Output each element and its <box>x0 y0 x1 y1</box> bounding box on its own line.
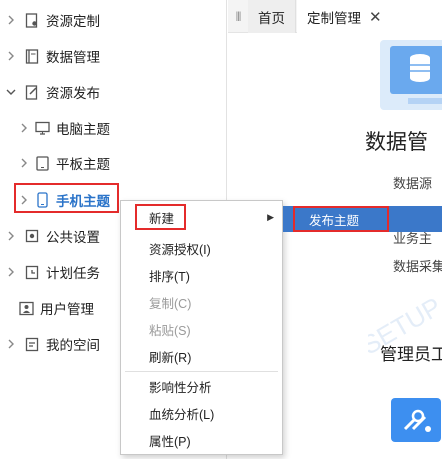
chevron-down-icon[interactable] <box>4 85 18 99</box>
menu-item-refresh[interactable]: 刷新(R) <box>121 343 282 369</box>
new-highlight-box <box>135 204 186 230</box>
publish-theme-highlight-box <box>293 206 389 232</box>
chevron-right-icon[interactable] <box>4 13 18 27</box>
section-title-admin: 管理员工 <box>380 345 442 364</box>
my-space-icon <box>24 336 40 352</box>
tree-item-data-manage[interactable]: 数据管理 <box>0 41 227 71</box>
publish-doc-icon <box>24 84 40 100</box>
tree-item-tablet-theme[interactable]: 平板主题 <box>0 148 227 178</box>
tree-item-label: 我的空间 <box>46 338 100 353</box>
tree-item-label: 用户管理 <box>40 302 94 317</box>
tree-item-label: 资源发布 <box>46 86 100 101</box>
close-icon[interactable]: ✕ <box>369 8 382 26</box>
tree-item-resource-publish[interactable]: 资源发布 <box>0 77 227 107</box>
tree-item-resource-custom[interactable]: 资源定制 <box>0 5 227 35</box>
tree-item-pc-theme[interactable]: 电脑主题 <box>0 113 227 143</box>
section-title-data: 数据管 <box>365 131 428 154</box>
tree-item-label: 公共设置 <box>46 230 100 245</box>
tab-custom-manage-label: 定制管理 <box>307 10 361 26</box>
tab-home[interactable]: 首页 <box>248 0 296 33</box>
doc-gear-icon <box>24 12 40 28</box>
chevron-right-icon[interactable] <box>17 121 31 135</box>
chevron-right-icon[interactable] <box>4 337 18 351</box>
tree-item-label: 电脑主题 <box>56 122 110 137</box>
menu-item-lineage-analysis[interactable]: 血统分析(L) <box>121 400 282 426</box>
context-menu: 新建 ▶ 资源授权(I) 排序(T) 复制(C) 粘贴(S) 刷新(R) 影响性… <box>120 200 283 455</box>
tab-home-label: 首页 <box>258 10 285 26</box>
menu-item-sort[interactable]: 排序(T) <box>121 262 282 288</box>
menu-item-grant[interactable]: 资源授权(I) <box>121 235 282 261</box>
chevron-right-icon[interactable] <box>4 265 18 279</box>
gear-icon <box>24 228 40 244</box>
tab-bar: ||| 首页 定制管理 ✕ <box>228 0 442 33</box>
section-text-datasource: 数据源 <box>393 176 433 191</box>
chevron-right-icon[interactable] <box>17 156 31 170</box>
tablet-icon <box>34 155 50 171</box>
menu-item-paste[interactable]: 粘贴(S) <box>121 316 282 342</box>
menu-separator <box>125 371 278 372</box>
tree-item-label: 平板主题 <box>56 157 110 172</box>
menu-item-properties[interactable]: 属性(P) <box>121 427 282 453</box>
phone-theme-highlight-box <box>14 183 119 213</box>
database-illustration-icon <box>380 40 442 110</box>
submenu-arrow-icon: ▶ <box>267 211 274 222</box>
tree-item-label: 资源定制 <box>46 14 100 29</box>
user-card-icon <box>18 300 34 316</box>
menu-item-copy[interactable]: 复制(C) <box>121 289 282 315</box>
clock-icon <box>24 264 40 280</box>
data-book-icon <box>24 48 40 64</box>
tab-custom-manage[interactable]: 定制管理 ✕ <box>297 0 442 33</box>
chevron-right-icon[interactable] <box>4 229 18 243</box>
tools-illustration-icon <box>391 398 441 442</box>
tab-grip-icon[interactable]: ||| <box>228 0 248 33</box>
tree-item-label: 数据管理 <box>46 50 100 65</box>
chevron-right-icon[interactable] <box>4 49 18 63</box>
menu-item-impact-analysis[interactable]: 影响性分析 <box>121 373 282 399</box>
monitor-icon <box>34 120 50 136</box>
section-text-collect: 数据采集 <box>393 259 442 274</box>
tree-item-label: 计划任务 <box>46 266 100 281</box>
